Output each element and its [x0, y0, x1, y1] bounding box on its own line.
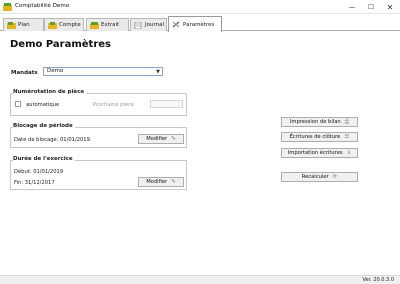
button-label: Recalculer	[301, 174, 329, 180]
title-bar: Comptabilité Demo — ☐ ✕	[0, 0, 400, 14]
mandats-select[interactable]: Demo ▼	[43, 67, 163, 76]
ecritures-cloture-button[interactable]: Écritures de clôture ☰	[281, 132, 358, 142]
tab-label: Paramètres	[183, 21, 215, 28]
button-label: Écritures de clôture	[289, 134, 341, 140]
refresh-icon: ⟳	[332, 174, 338, 180]
tab-extrait[interactable]: Extrait	[86, 18, 129, 31]
automatique-checkbox[interactable]	[15, 101, 21, 107]
chevron-down-icon: ▼	[156, 69, 160, 75]
list-icon: ☰	[344, 134, 350, 140]
debut-text: Début: 01/01/2019	[14, 169, 64, 175]
wrench-icon: ✎	[171, 136, 176, 142]
button-label: Impression de bilan	[289, 119, 341, 125]
tab-journal[interactable]: Journal	[130, 18, 167, 31]
maximize-button[interactable]: ☐	[364, 1, 378, 13]
tab-parametres[interactable]: Paramètres	[168, 16, 222, 32]
prochaine-piece-input[interactable]	[150, 100, 183, 108]
prochaine-piece-label: Prochaine pièce	[93, 102, 135, 108]
tab-strip: Plan Compte Extrait Journal Paramètres	[0, 14, 400, 32]
ledger-icon	[48, 21, 57, 29]
app-logo-icon	[3, 3, 12, 11]
tab-label: Journal	[145, 22, 165, 28]
impression-bilan-button[interactable]: Impression de bilan ⎙	[281, 117, 358, 127]
printer-icon: ⎙	[344, 118, 350, 125]
button-label: Modifier	[146, 136, 168, 142]
status-bar: Ver. 20.0.3.0	[0, 275, 400, 284]
blocage-group: Blocage de période Date de blocage: 01/0…	[10, 123, 187, 148]
parametres-panel: Demo Paramètres Mandats Demo ▼ Numérotat…	[0, 31, 400, 275]
modifier-exercice-button[interactable]: Modifier ✎	[138, 177, 184, 187]
fin-text: Fin: 31/12/2017	[14, 180, 55, 186]
import-arrow-icon: ⇓	[346, 150, 352, 156]
tab-plan[interactable]: Plan	[3, 18, 44, 31]
extract-icon	[90, 21, 99, 29]
mandats-label: Mandats	[11, 70, 38, 76]
folder-icon	[7, 21, 16, 29]
blocage-title: Blocage de période	[13, 123, 75, 129]
minimize-button[interactable]: —	[345, 1, 359, 13]
numerotation-group: Numérotation de pièce automatique Procha…	[10, 89, 187, 116]
exercice-group: Durée de l'exercice Début: 01/01/2019 Fi…	[10, 156, 187, 190]
exercice-title: Durée de l'exercice	[13, 156, 75, 162]
tab-label: Extrait	[101, 22, 120, 28]
wrench-icon: ✎	[171, 179, 176, 185]
page-title: Demo Paramètres	[10, 39, 111, 50]
button-label: Importation écritures	[287, 150, 343, 156]
button-label: Modifier	[146, 179, 168, 185]
automatique-label: automatique	[26, 102, 60, 108]
mandats-value: Demo	[47, 68, 64, 74]
importation-ecritures-button[interactable]: Importation écritures ⇓	[281, 148, 358, 158]
tab-label: Compte	[59, 22, 81, 28]
window-title: Comptabilité Demo	[15, 3, 70, 9]
journal-icon	[134, 21, 142, 29]
date-blocage-text: Date de blocage: 01/01/2019	[14, 137, 90, 143]
recalculer-button[interactable]: Recalculer ⟳	[281, 172, 358, 182]
close-button[interactable]: ✕	[383, 1, 397, 13]
tab-label: Plan	[18, 22, 30, 28]
tab-compte[interactable]: Compte	[44, 18, 84, 31]
numerotation-title: Numérotation de pièce	[13, 89, 87, 95]
version-text: Ver. 20.0.3.0	[362, 277, 394, 283]
tools-icon	[172, 21, 180, 28]
modifier-blocage-button[interactable]: Modifier ✎	[138, 134, 184, 144]
